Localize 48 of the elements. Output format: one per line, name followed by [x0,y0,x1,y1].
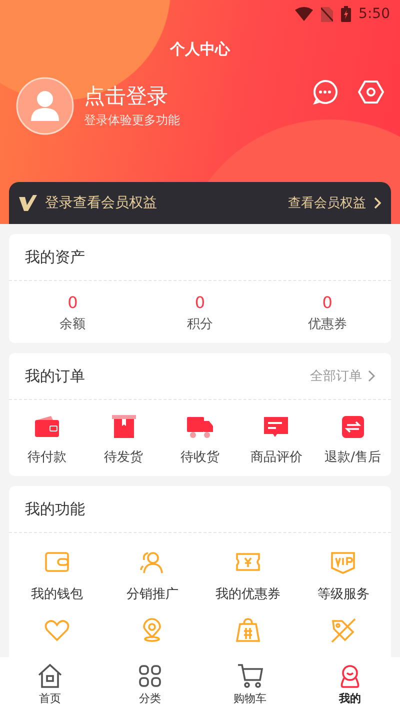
login-hint: 登录体验更多功能 [84,112,180,129]
section-title: 我的功能 [25,500,85,518]
asset-value[interactable]: 0 [68,293,78,312]
section-title: 我的资产 [25,248,85,266]
vip-benefits-link[interactable]: 查看会员权益 [288,194,366,212]
box-icon[interactable] [110,414,138,440]
nav-tab[interactable]: 分类 [139,690,161,706]
badge-icon[interactable] [330,549,356,575]
function-label[interactable]: 我的优惠券 [215,585,280,603]
nav-tab[interactable]: 我的 [339,690,361,706]
cart-icon[interactable] [237,662,263,688]
asset-value[interactable]: 0 [194,293,206,312]
asset-label[interactable]: 余额 [60,315,86,333]
truck-icon[interactable] [186,414,214,440]
order-status-label[interactable]: 商品评价 [250,448,302,466]
battery-icon [340,6,351,22]
asset-label[interactable]: 优惠券 [308,315,347,333]
order-status-label[interactable]: 待收货 [180,448,220,466]
grid-icon[interactable] [137,662,163,688]
order-status-label[interactable]: 待付款 [28,448,67,466]
chevron-right-icon[interactable] [374,197,381,209]
function-label[interactable]: 我的钱包 [30,585,83,603]
asset-label[interactable]: 积分 [186,315,213,333]
wallet-icon[interactable] [33,414,62,440]
section-title: 我的订单 [25,366,85,386]
no-sim-icon [320,6,333,22]
wifi-icon [294,7,313,21]
clock-time: 5:50 [358,6,390,22]
heart-icon[interactable] [44,617,70,643]
vip-banner[interactable]: 登录查看会员权益 查看会员权益 [9,182,391,224]
order-status-label[interactable]: 退款/售后 [324,448,382,466]
nav-tab[interactable]: 购物车 [234,690,266,706]
function-label[interactable]: 分销推广 [126,585,178,603]
home-icon[interactable] [37,662,63,688]
message-icon[interactable] [312,79,338,105]
people-icon[interactable] [139,549,166,575]
avatar-icon[interactable] [16,77,74,135]
settings-icon[interactable] [358,79,384,105]
vip-text: 登录查看会员权益 [45,194,157,212]
tag-icon[interactable] [330,617,356,643]
page-title: 个人中心 [168,40,232,59]
bag-icon[interactable] [234,617,261,643]
asset-value[interactable]: 0 [322,293,332,312]
nav-tab[interactable]: 首页 [39,690,61,706]
order-status-label[interactable]: 待发货 [104,448,144,466]
wallet-icon[interactable] [44,549,70,575]
function-label[interactable]: 等级服务 [317,585,370,603]
v-logo-icon [19,195,37,211]
